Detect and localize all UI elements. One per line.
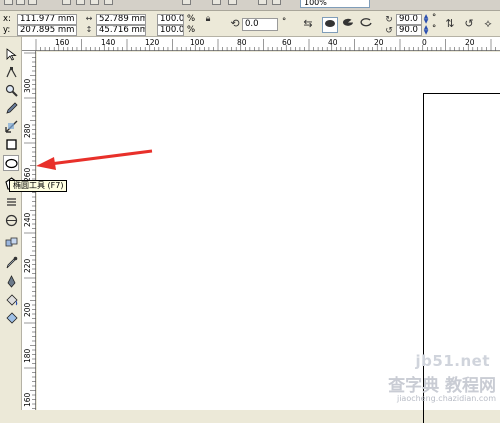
- watermark: jb51.net 查字典 教程网 jiaocheng.chazidian.com: [358, 350, 498, 410]
- watermark-line2: 查字典 教程网: [388, 376, 496, 396]
- annotation-arrow: [36, 149, 153, 170]
- watermark-line3: jiaocheng.chazidian.com: [396, 394, 496, 403]
- watermark-line1: jb51.net: [415, 352, 490, 370]
- ellipse-tool-tooltip: 椭圆工具 (F7): [9, 180, 68, 192]
